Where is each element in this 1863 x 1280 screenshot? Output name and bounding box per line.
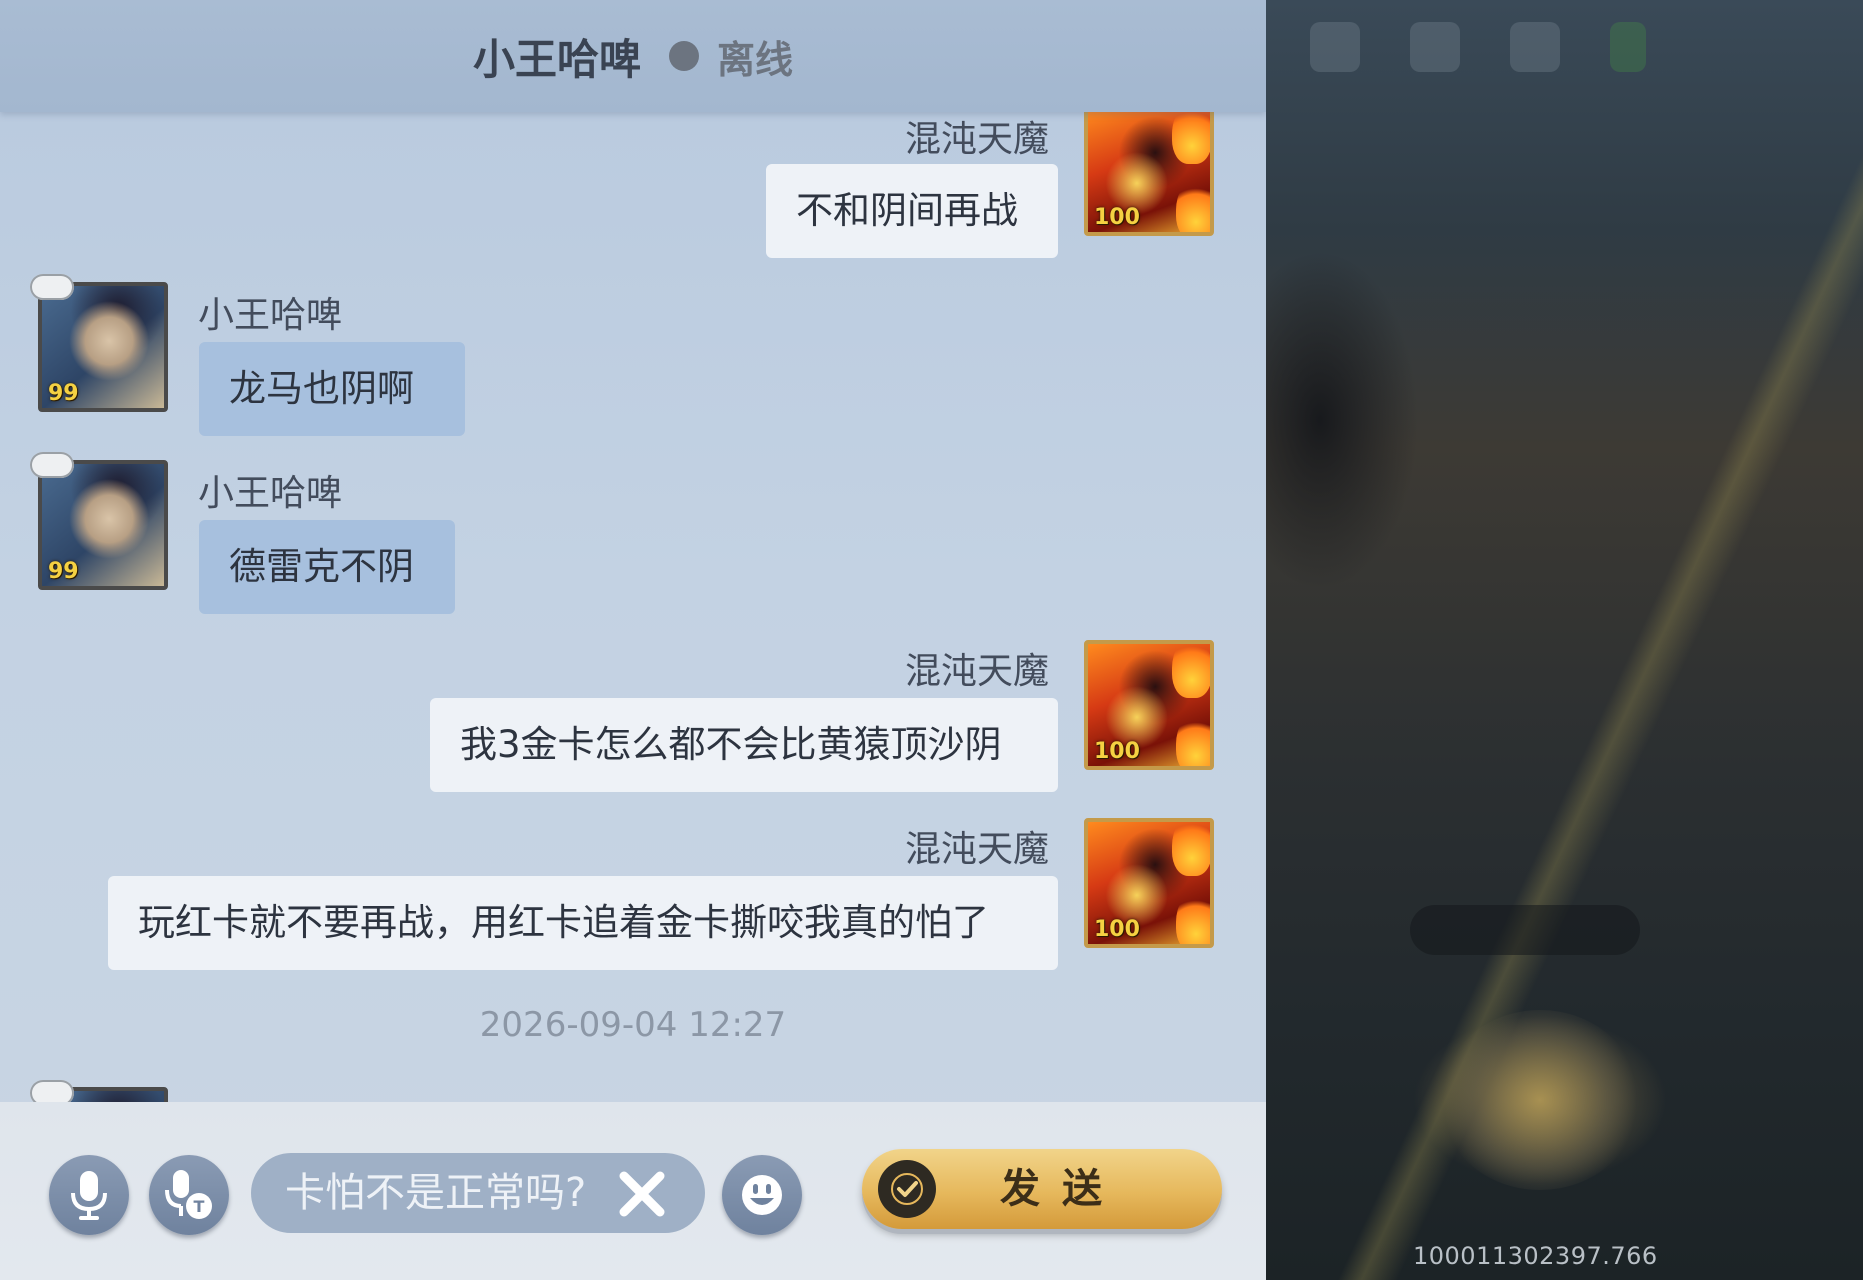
cloud-decoration: [30, 274, 74, 300]
send-button[interactable]: 发送: [862, 1149, 1222, 1229]
message-bubble[interactable]: 不和阴间再战: [766, 164, 1058, 258]
chat-header: 小王哈啤 离线: [0, 0, 1266, 112]
avatar[interactable]: 100: [1084, 640, 1214, 770]
avatar-level: 99: [48, 381, 79, 406]
message-sender: 小王哈啤: [198, 295, 343, 336]
flame-decoration: [1172, 644, 1210, 698]
message-sender: 混沌天魔: [905, 119, 1050, 160]
message-bubble[interactable]: 玩红卡就不要再战，用红卡追着金卡撕咬我真的怕了: [108, 876, 1058, 970]
voice-to-text-button[interactable]: T: [149, 1155, 229, 1235]
message-bubble[interactable]: 我3金卡怎么都不会比黄猿顶沙阴: [430, 698, 1058, 792]
flame-decoration: [1176, 892, 1210, 944]
emoji-button[interactable]: [722, 1155, 802, 1235]
game-notice-pill: [1410, 905, 1640, 955]
flame-decoration: [1172, 112, 1210, 164]
voice-button[interactable]: [49, 1155, 129, 1235]
avatar[interactable]: 100: [1084, 112, 1214, 236]
cloud-decoration: [30, 452, 74, 478]
message-bubble[interactable]: 德雷克不阴: [199, 520, 455, 614]
flame-decoration: [1176, 714, 1210, 766]
game-emblem-icon: [1440, 1010, 1640, 1190]
avatar-level: 100: [1094, 739, 1140, 764]
smiley-icon: [742, 1175, 782, 1215]
clear-input-button[interactable]: [612, 1167, 672, 1221]
message-sender: 小王哈啤: [198, 473, 343, 514]
build-number: 100011302397.766: [1413, 1242, 1658, 1270]
game-signal-icon: [1610, 22, 1646, 72]
message-bubble[interactable]: 龙马也阴啊: [199, 342, 465, 436]
game-trophy-icon: [1410, 22, 1460, 72]
svg-text:T: T: [194, 1197, 205, 1216]
game-mail-icon: [1310, 22, 1360, 72]
offline-status-icon: [669, 41, 699, 71]
close-icon: [619, 1171, 665, 1217]
avatar[interactable]: 99: [38, 282, 168, 412]
game-settings-icon: [1510, 22, 1560, 72]
game-top-icons: [1310, 22, 1646, 72]
avatar-level: 99: [48, 559, 79, 584]
avatar[interactable]: 100: [1084, 818, 1214, 948]
avatar-level: 100: [1094, 917, 1140, 942]
message-sender: 混沌天魔: [905, 651, 1050, 692]
microphone-icon: [71, 1171, 107, 1220]
send-button-label: 发送: [1000, 1166, 1124, 1212]
cloud-decoration: [30, 1080, 74, 1102]
microphone-text-icon: T: [165, 1170, 212, 1219]
message-input-text: 卡怕不是正常吗?: [285, 1170, 587, 1216]
message-timestamp: 2026-09-04 12:27: [479, 1005, 787, 1045]
chat-panel: 小王哈啤 离线 混沌天魔 不和阴间再战 100 99 小王哈啤 龙马也阴啊 99…: [0, 0, 1266, 1280]
contact-name: 小王哈啤: [472, 34, 641, 84]
contact-status: 离线: [717, 37, 794, 82]
message-sender: 混沌天魔: [905, 829, 1050, 870]
flame-decoration: [1176, 180, 1210, 232]
flame-decoration: [1172, 822, 1210, 876]
message-list[interactable]: 混沌天魔 不和阴间再战 100 99 小王哈啤 龙马也阴啊 99 小王哈啤 德雷: [0, 112, 1266, 1102]
avatar[interactable]: 99: [38, 460, 168, 590]
avatar-level: 100: [1094, 205, 1140, 230]
